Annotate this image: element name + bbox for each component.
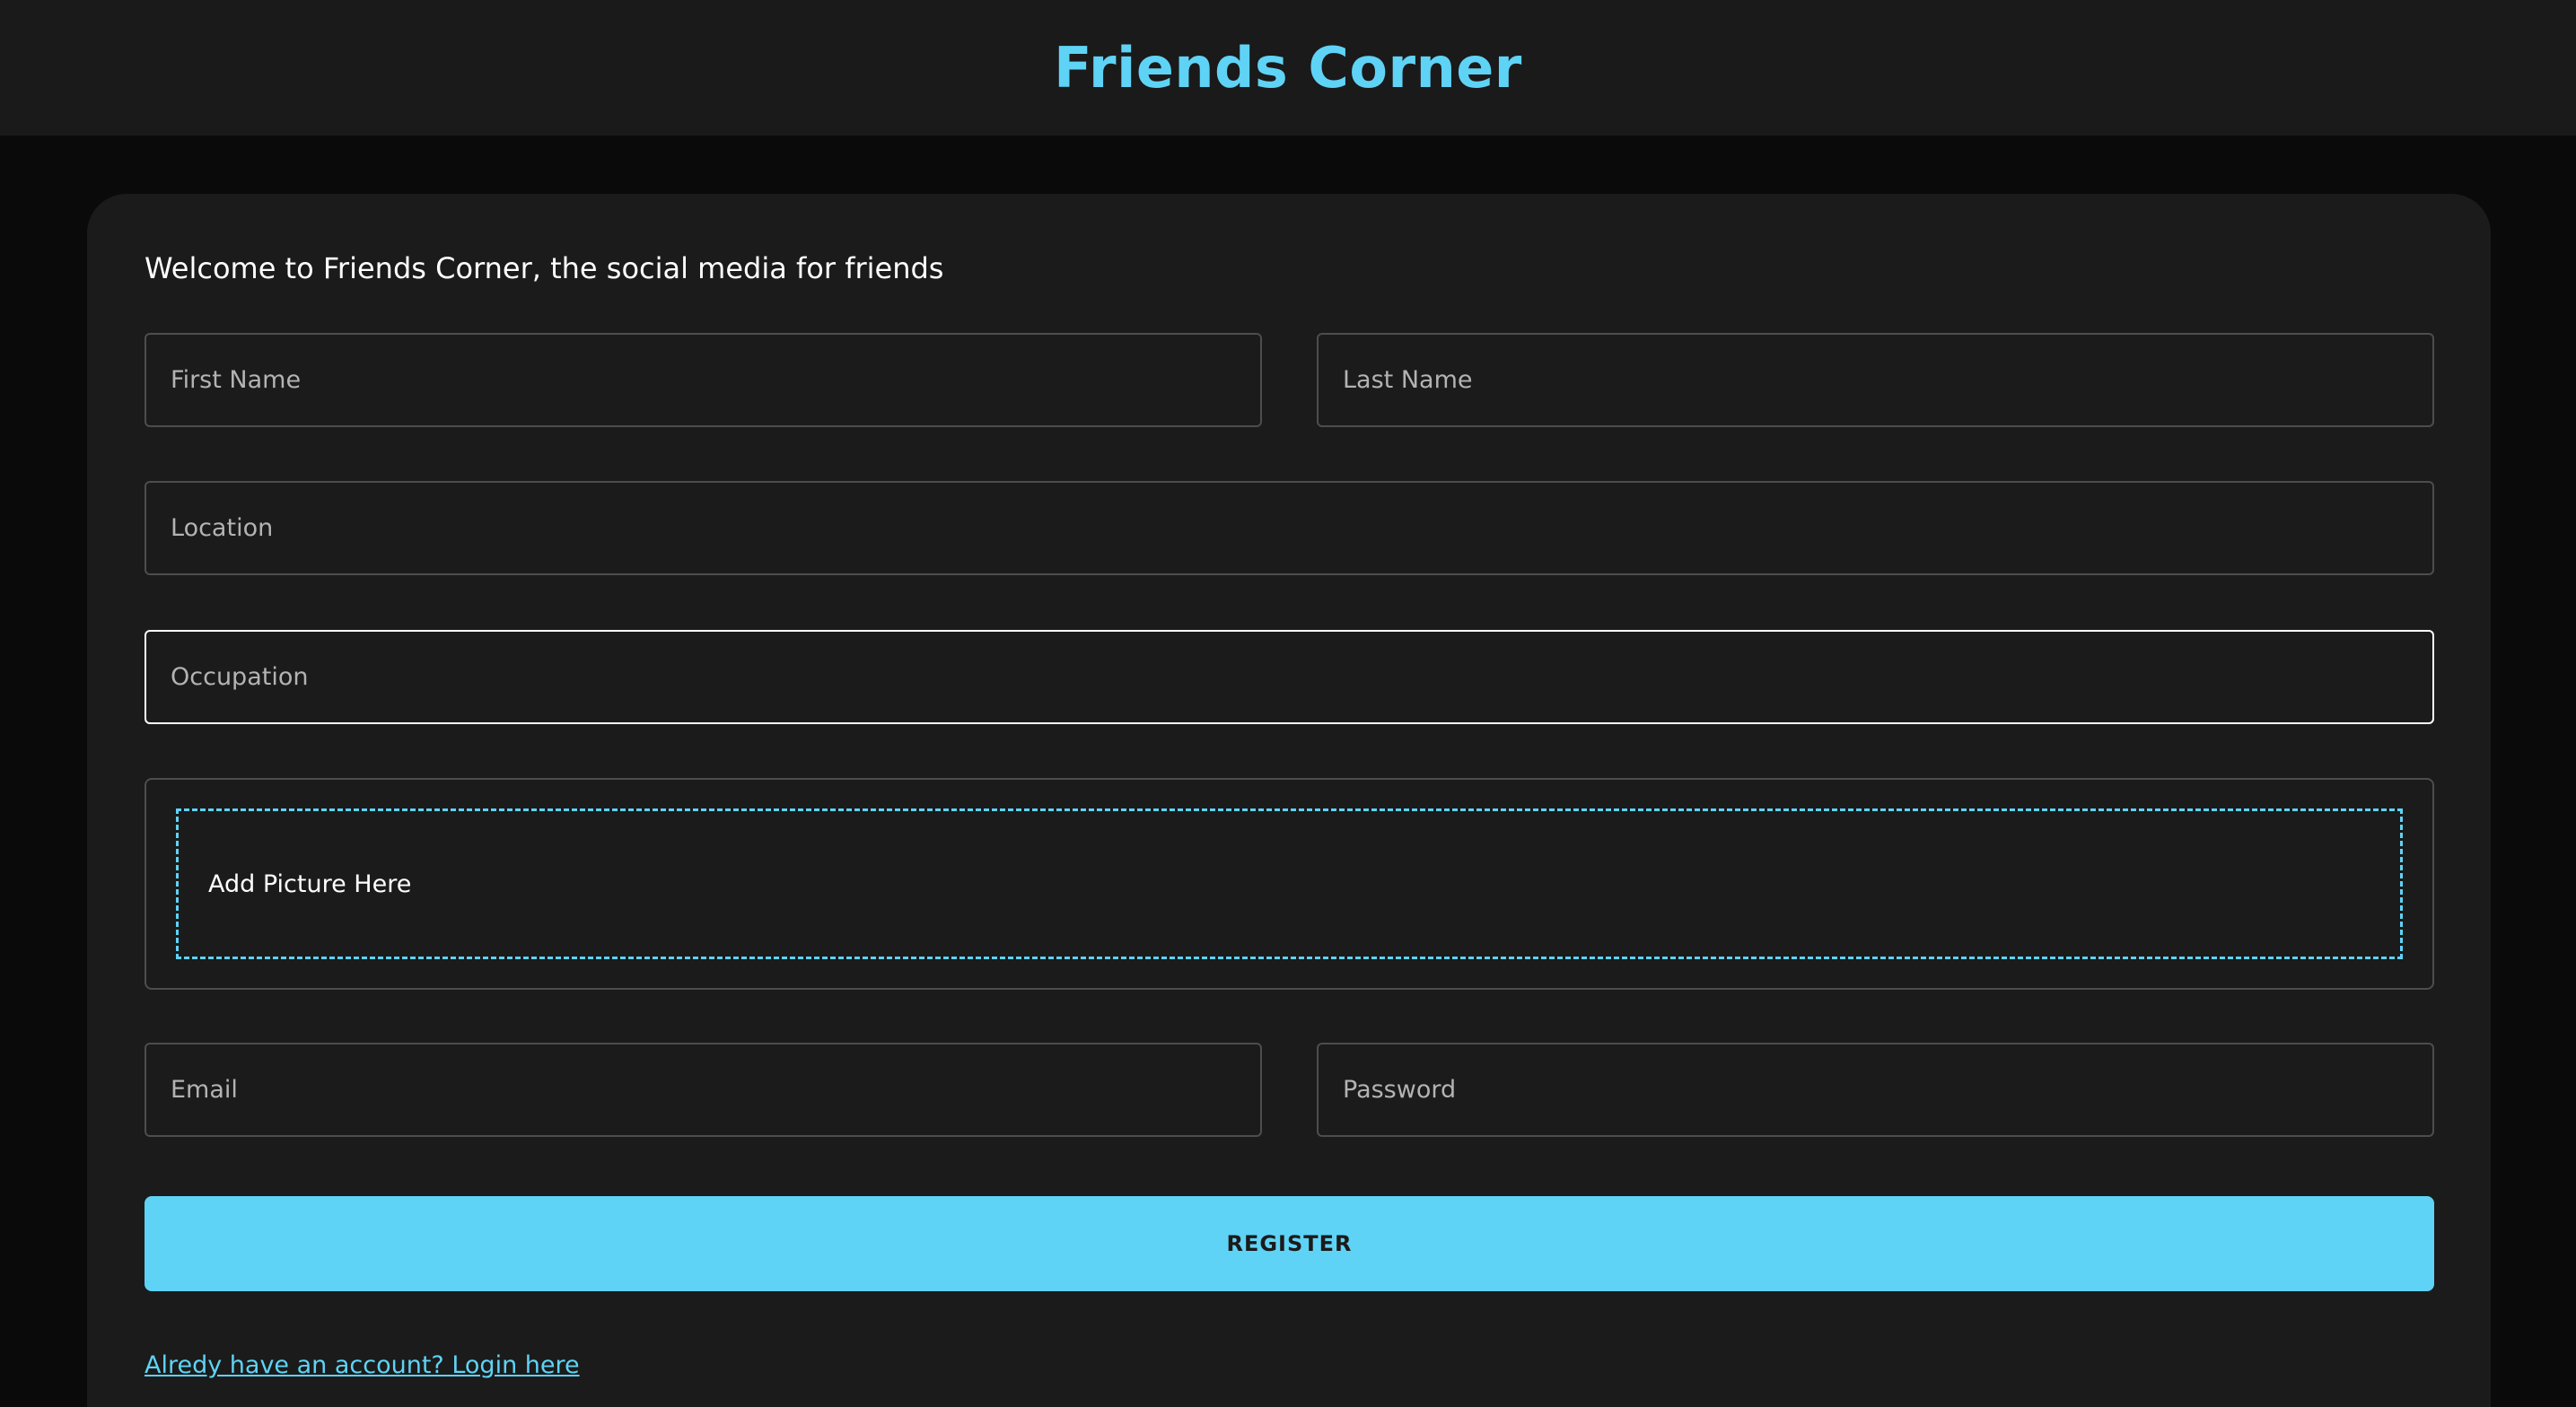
top-bar: Friends Corner [0,0,2576,135]
first-name-field[interactable]: First Name [145,333,1262,427]
first-name-placeholder: First Name [171,366,302,394]
password-placeholder: Password [1343,1076,1457,1104]
last-name-field[interactable]: Last Name [1317,333,2434,427]
last-name-placeholder: Last Name [1343,366,1473,394]
register-card: Welcome to Friends Corner, the social me… [87,194,2491,1407]
picture-upload-box: Add Picture Here [145,778,2434,990]
location-placeholder: Location [171,514,274,542]
email-field[interactable]: Email [145,1043,1262,1137]
location-field[interactable]: Location [145,481,2434,575]
app-title: Friends Corner [1054,35,1522,100]
email-placeholder: Email [171,1076,238,1104]
occupation-placeholder: Occupation [171,663,309,691]
occupation-field[interactable]: Occupation [145,630,2434,724]
register-button[interactable]: REGISTER [145,1196,2434,1291]
password-field[interactable]: Password [1317,1043,2434,1137]
picture-dropzone-label: Add Picture Here [208,870,412,898]
login-link[interactable]: Alredy have an account? Login here [145,1351,580,1379]
picture-dropzone[interactable]: Add Picture Here [176,808,2403,959]
welcome-heading: Welcome to Friends Corner, the social me… [145,251,944,285]
